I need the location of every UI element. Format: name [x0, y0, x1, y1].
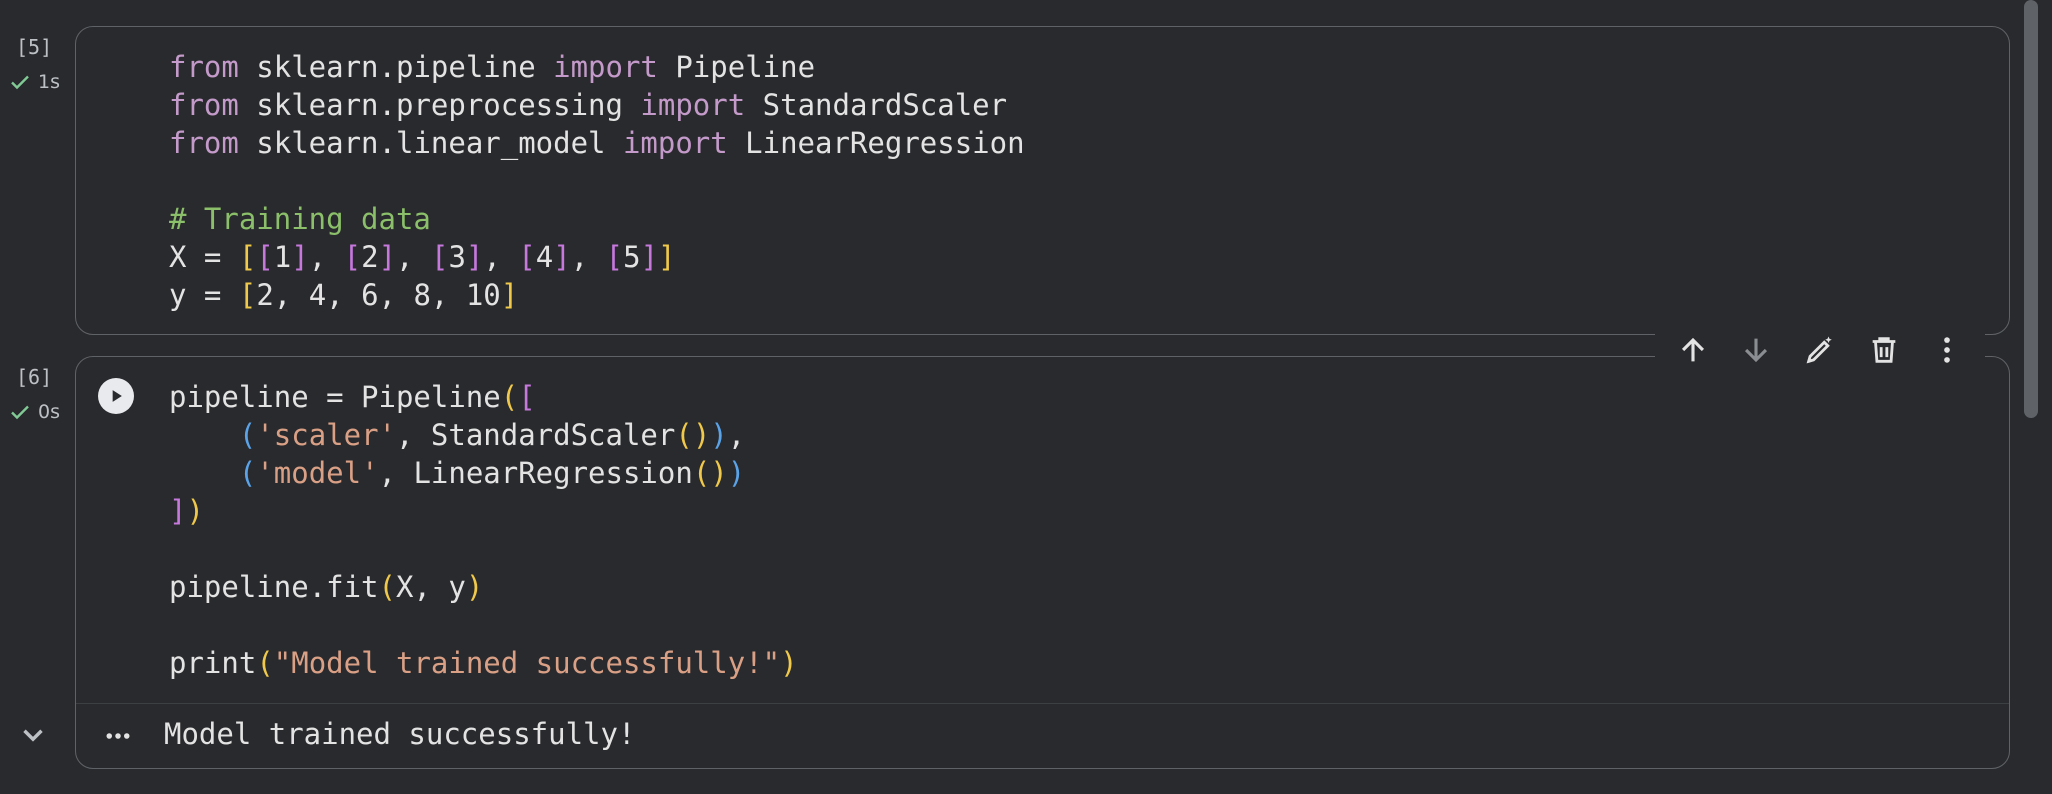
- arrow-up-icon: [1681, 337, 1704, 362]
- delete-cell-button[interactable]: [1864, 330, 1904, 370]
- code-line: pipeline.fit(X, y): [169, 570, 484, 604]
- code-editor[interactable]: from sklearn.pipeline import Pipeline fr…: [169, 48, 1025, 314]
- more-horiz-icon: [106, 733, 130, 739]
- code-line: ]): [169, 494, 204, 528]
- cell-5-gutter: [5] 1s: [0, 0, 70, 330]
- cell-toolbar: [1655, 330, 1985, 370]
- more-actions-button[interactable]: [1927, 330, 1967, 370]
- ai-edit-button[interactable]: [1800, 330, 1840, 370]
- collapse-output-chevron-icon[interactable]: [16, 718, 50, 752]
- check-icon: [11, 405, 29, 420]
- run-cell-button[interactable]: [98, 378, 134, 414]
- move-cell-up-button[interactable]: [1673, 330, 1713, 370]
- execution-time: 1s: [38, 71, 60, 93]
- code-line: from sklearn.linear_model import LinearR…: [169, 126, 1025, 160]
- trash-icon: [1872, 337, 1895, 363]
- output-actions-button[interactable]: [98, 721, 138, 751]
- execution-status: 1s: [8, 70, 60, 94]
- code-cell-5[interactable]: from sklearn.pipeline import Pipeline fr…: [75, 26, 2010, 335]
- code-cell-6[interactable]: pipeline = Pipeline([ ('scaler', Standar…: [75, 356, 2010, 769]
- execution-count: [5]: [16, 35, 53, 59]
- move-cell-down-button[interactable]: [1736, 330, 1776, 370]
- code-editor[interactable]: pipeline = Pipeline([ ('scaler', Standar…: [169, 378, 798, 682]
- code-line: from sklearn.preprocessing import Standa…: [169, 88, 1008, 122]
- cell-6-gutter: [6] 0s: [0, 330, 70, 790]
- execution-count: [6]: [16, 365, 53, 389]
- code-line: print("Model trained successfully!"): [169, 646, 798, 680]
- code-line: # Training data: [169, 202, 431, 236]
- output-divider: [76, 703, 2009, 704]
- arrow-down-icon: [1745, 338, 1768, 363]
- code-line: pipeline = Pipeline([: [169, 380, 536, 414]
- cell-output: Model trained successfully!: [164, 717, 636, 751]
- code-line: ('model', LinearRegression()): [238, 456, 746, 490]
- code-line: y = [2, 4, 6, 8, 10]: [169, 278, 519, 312]
- execution-time: 0s: [38, 401, 60, 423]
- vertical-scrollbar[interactable]: [2024, 0, 2038, 418]
- magic-edit-icon: [1806, 336, 1832, 364]
- play-icon: [112, 390, 122, 402]
- code-line: X = [[1], [2], [3], [4], [5]]: [169, 240, 676, 274]
- more-vert-icon: [1944, 337, 1951, 363]
- check-icon: [11, 75, 29, 90]
- code-line: from sklearn.pipeline import Pipeline: [169, 50, 816, 84]
- code-line: ('scaler', StandardScaler()),: [238, 418, 746, 452]
- execution-status: 0s: [8, 400, 60, 424]
